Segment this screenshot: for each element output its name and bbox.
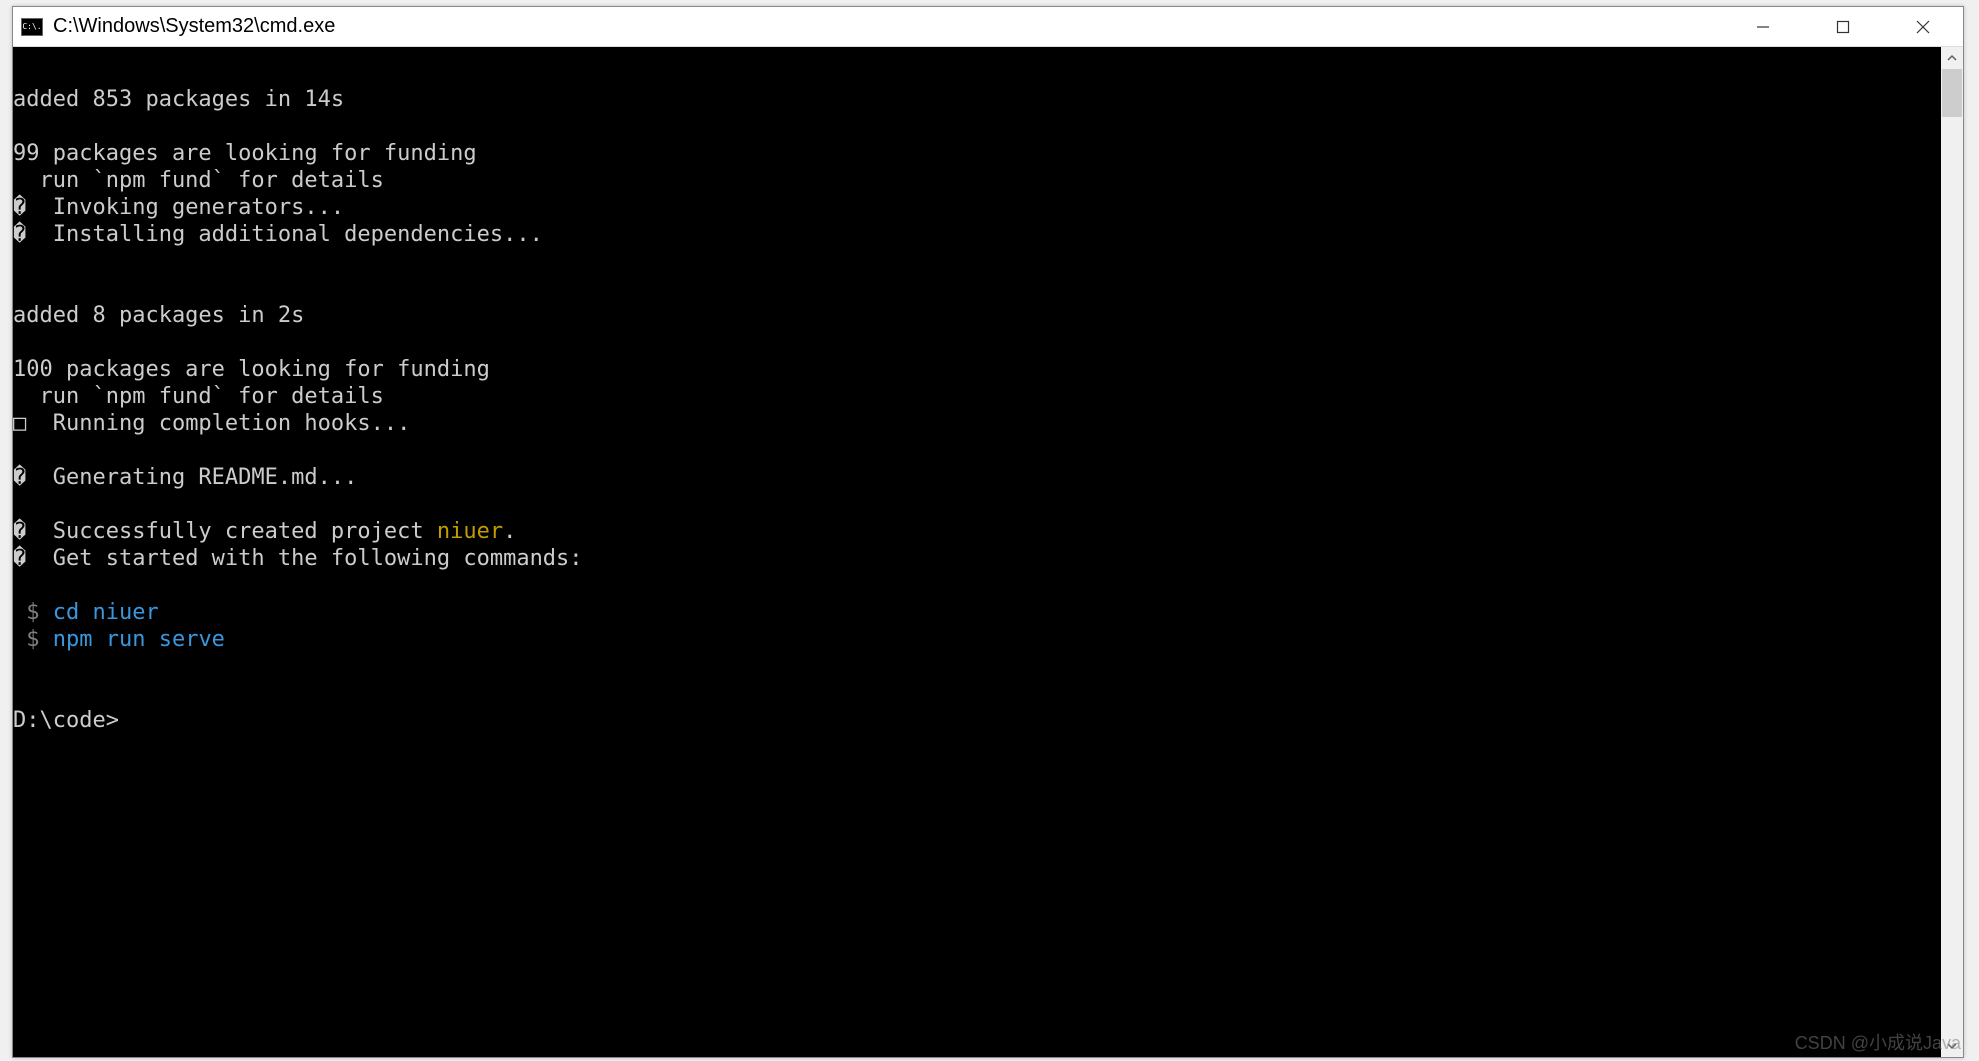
output-line: Installing additional dependencies... bbox=[26, 222, 543, 247]
output-line: run `npm fund` for details bbox=[13, 168, 384, 193]
window-controls bbox=[1723, 7, 1963, 46]
output-line: Generating README.md... bbox=[26, 465, 357, 490]
output-line: Invoking generators... bbox=[26, 195, 344, 220]
command-prompt: D:\code> bbox=[13, 708, 119, 733]
minimize-button[interactable] bbox=[1723, 7, 1803, 46]
close-button[interactable] bbox=[1883, 7, 1963, 46]
output-line: run `npm fund` for details bbox=[13, 384, 384, 409]
scroll-thumb[interactable] bbox=[1942, 69, 1962, 117]
vertical-scrollbar[interactable] bbox=[1941, 47, 1963, 1057]
output-line: Running completion hooks... bbox=[26, 411, 410, 436]
close-icon bbox=[1916, 20, 1930, 34]
output-line: Successfully created project bbox=[26, 519, 437, 544]
chevron-down-icon bbox=[1947, 1041, 1957, 1051]
status-glyph: � bbox=[13, 465, 26, 490]
status-glyph: � bbox=[13, 519, 26, 544]
status-glyph: � bbox=[13, 546, 26, 571]
status-glyph: � bbox=[13, 222, 26, 247]
window-title: C:\Windows\System32\cmd.exe bbox=[53, 15, 1723, 38]
output-line: 99 packages are looking for funding bbox=[13, 141, 477, 166]
chevron-up-icon bbox=[1947, 53, 1957, 63]
maximize-button[interactable] bbox=[1803, 7, 1883, 46]
cmd-icon: C:\. bbox=[21, 18, 43, 36]
cmd-window: C:\. C:\Windows\System32\cmd.exe added 8… bbox=[12, 6, 1964, 1058]
console-output[interactable]: added 853 packages in 14s 99 packages ar… bbox=[13, 47, 1941, 1057]
shell-prompt-symbol: $ bbox=[13, 627, 40, 652]
output-line: 100 packages are looking for funding bbox=[13, 357, 490, 382]
output-line: . bbox=[503, 519, 516, 544]
minimize-icon bbox=[1756, 20, 1770, 34]
suggested-command: npm run serve bbox=[40, 627, 225, 652]
scroll-down-button[interactable] bbox=[1941, 1035, 1963, 1057]
suggested-command: cd niuer bbox=[40, 600, 159, 625]
output-line: Get started with the following commands: bbox=[26, 546, 582, 571]
scroll-track[interactable] bbox=[1941, 69, 1963, 1035]
output-line: added 853 packages in 14s bbox=[13, 87, 344, 112]
output-line: added 8 packages in 2s bbox=[13, 303, 304, 328]
maximize-icon bbox=[1836, 20, 1850, 34]
status-glyph: � bbox=[13, 195, 26, 220]
status-glyph: □ bbox=[13, 411, 26, 436]
titlebar[interactable]: C:\. C:\Windows\System32\cmd.exe bbox=[13, 7, 1963, 47]
shell-prompt-symbol: $ bbox=[13, 600, 40, 625]
project-name: niuer bbox=[437, 519, 503, 544]
console-area: added 853 packages in 14s 99 packages ar… bbox=[13, 47, 1963, 1057]
scroll-up-button[interactable] bbox=[1941, 47, 1963, 69]
